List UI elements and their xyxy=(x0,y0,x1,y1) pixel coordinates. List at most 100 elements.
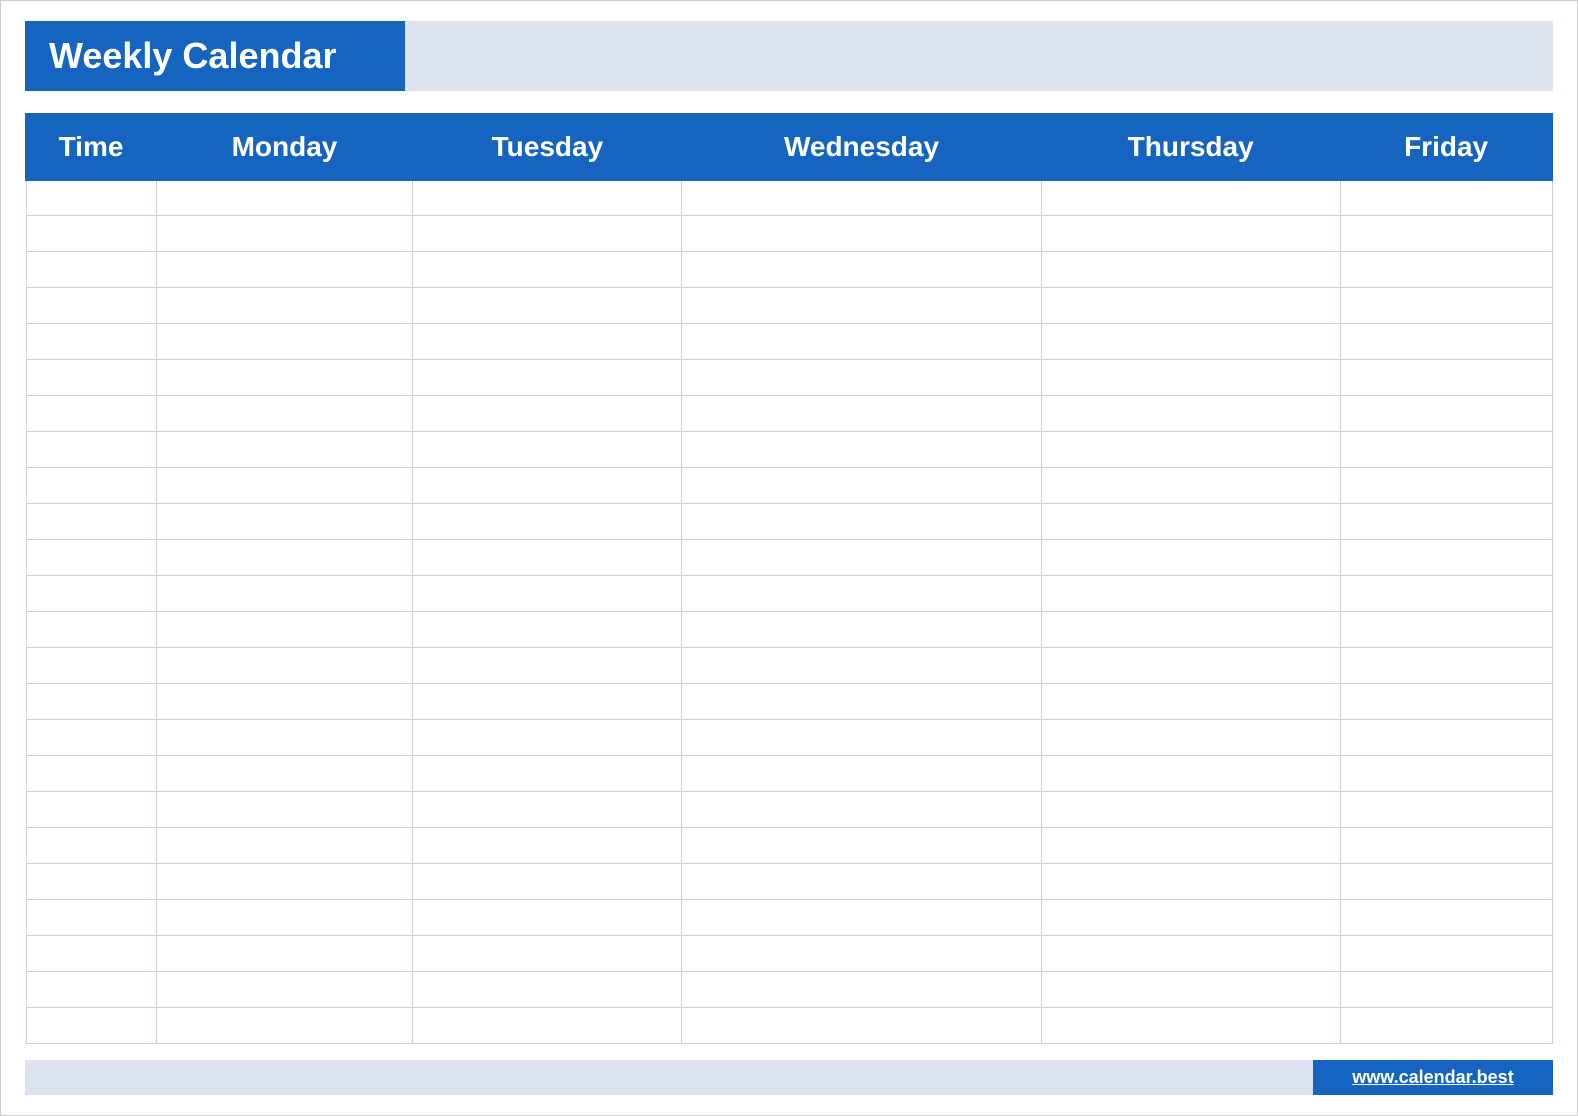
day-cell[interactable] xyxy=(413,648,682,684)
time-cell[interactable] xyxy=(26,792,156,828)
day-cell[interactable] xyxy=(413,360,682,396)
day-cell[interactable] xyxy=(682,936,1041,972)
day-cell[interactable] xyxy=(413,972,682,1008)
day-cell[interactable] xyxy=(1340,900,1552,936)
day-cell[interactable] xyxy=(156,1008,413,1044)
day-cell[interactable] xyxy=(1041,468,1340,504)
time-cell[interactable] xyxy=(26,360,156,396)
day-cell[interactable] xyxy=(156,792,413,828)
day-cell[interactable] xyxy=(1041,216,1340,252)
time-cell[interactable] xyxy=(26,828,156,864)
day-cell[interactable] xyxy=(1340,1008,1552,1044)
day-cell[interactable] xyxy=(682,828,1041,864)
day-cell[interactable] xyxy=(1340,324,1552,360)
day-cell[interactable] xyxy=(682,864,1041,900)
time-cell[interactable] xyxy=(26,324,156,360)
day-cell[interactable] xyxy=(156,684,413,720)
day-cell[interactable] xyxy=(1340,360,1552,396)
day-cell[interactable] xyxy=(682,396,1041,432)
day-cell[interactable] xyxy=(156,324,413,360)
time-cell[interactable] xyxy=(26,576,156,612)
day-cell[interactable] xyxy=(1041,360,1340,396)
day-cell[interactable] xyxy=(1041,576,1340,612)
day-cell[interactable] xyxy=(156,432,413,468)
time-cell[interactable] xyxy=(26,684,156,720)
day-cell[interactable] xyxy=(1041,288,1340,324)
day-cell[interactable] xyxy=(413,288,682,324)
day-cell[interactable] xyxy=(413,684,682,720)
day-cell[interactable] xyxy=(413,180,682,216)
day-cell[interactable] xyxy=(682,972,1041,1008)
day-cell[interactable] xyxy=(413,792,682,828)
day-cell[interactable] xyxy=(1041,612,1340,648)
day-cell[interactable] xyxy=(1340,252,1552,288)
time-cell[interactable] xyxy=(26,972,156,1008)
day-cell[interactable] xyxy=(156,828,413,864)
day-cell[interactable] xyxy=(1041,252,1340,288)
day-cell[interactable] xyxy=(682,756,1041,792)
day-cell[interactable] xyxy=(413,252,682,288)
day-cell[interactable] xyxy=(156,540,413,576)
day-cell[interactable] xyxy=(413,576,682,612)
day-cell[interactable] xyxy=(156,288,413,324)
day-cell[interactable] xyxy=(156,936,413,972)
time-cell[interactable] xyxy=(26,720,156,756)
day-cell[interactable] xyxy=(1340,864,1552,900)
time-cell[interactable] xyxy=(26,252,156,288)
time-cell[interactable] xyxy=(26,540,156,576)
day-cell[interactable] xyxy=(682,576,1041,612)
time-cell[interactable] xyxy=(26,900,156,936)
day-cell[interactable] xyxy=(156,648,413,684)
day-cell[interactable] xyxy=(413,216,682,252)
day-cell[interactable] xyxy=(1041,936,1340,972)
day-cell[interactable] xyxy=(413,828,682,864)
day-cell[interactable] xyxy=(682,648,1041,684)
day-cell[interactable] xyxy=(1340,540,1552,576)
day-cell[interactable] xyxy=(1340,720,1552,756)
day-cell[interactable] xyxy=(1340,432,1552,468)
day-cell[interactable] xyxy=(156,396,413,432)
time-cell[interactable] xyxy=(26,756,156,792)
day-cell[interactable] xyxy=(682,504,1041,540)
day-cell[interactable] xyxy=(413,612,682,648)
day-cell[interactable] xyxy=(156,468,413,504)
day-cell[interactable] xyxy=(1041,1008,1340,1044)
day-cell[interactable] xyxy=(1041,720,1340,756)
time-cell[interactable] xyxy=(26,864,156,900)
day-cell[interactable] xyxy=(682,684,1041,720)
day-cell[interactable] xyxy=(1340,648,1552,684)
day-cell[interactable] xyxy=(682,324,1041,360)
day-cell[interactable] xyxy=(682,432,1041,468)
day-cell[interactable] xyxy=(1041,792,1340,828)
day-cell[interactable] xyxy=(1041,324,1340,360)
day-cell[interactable] xyxy=(1041,756,1340,792)
day-cell[interactable] xyxy=(1041,540,1340,576)
day-cell[interactable] xyxy=(1340,396,1552,432)
time-cell[interactable] xyxy=(26,432,156,468)
day-cell[interactable] xyxy=(1041,180,1340,216)
day-cell[interactable] xyxy=(682,540,1041,576)
day-cell[interactable] xyxy=(413,1008,682,1044)
day-cell[interactable] xyxy=(682,792,1041,828)
day-cell[interactable] xyxy=(413,720,682,756)
day-cell[interactable] xyxy=(413,864,682,900)
time-cell[interactable] xyxy=(26,936,156,972)
day-cell[interactable] xyxy=(156,252,413,288)
day-cell[interactable] xyxy=(413,468,682,504)
day-cell[interactable] xyxy=(413,504,682,540)
day-cell[interactable] xyxy=(1041,972,1340,1008)
day-cell[interactable] xyxy=(1041,648,1340,684)
day-cell[interactable] xyxy=(413,756,682,792)
day-cell[interactable] xyxy=(156,720,413,756)
day-cell[interactable] xyxy=(156,900,413,936)
day-cell[interactable] xyxy=(1340,684,1552,720)
day-cell[interactable] xyxy=(156,612,413,648)
day-cell[interactable] xyxy=(1340,612,1552,648)
day-cell[interactable] xyxy=(682,252,1041,288)
day-cell[interactable] xyxy=(682,360,1041,396)
day-cell[interactable] xyxy=(682,288,1041,324)
day-cell[interactable] xyxy=(156,180,413,216)
day-cell[interactable] xyxy=(682,216,1041,252)
time-cell[interactable] xyxy=(26,216,156,252)
day-cell[interactable] xyxy=(413,900,682,936)
